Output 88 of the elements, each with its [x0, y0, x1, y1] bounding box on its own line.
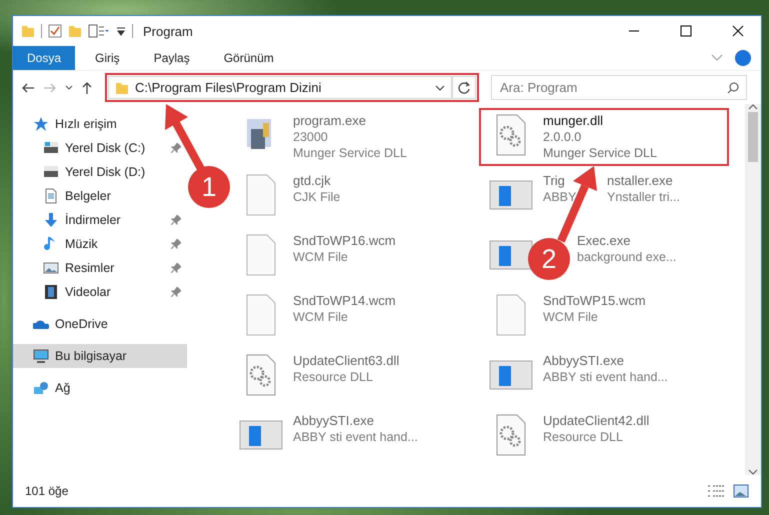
file-name[interactable]: AbbyySTI.exe: [543, 353, 624, 369]
file-name[interactable]: SndToWP15.wcm: [543, 293, 646, 309]
sidebar-item[interactable]: Yerel Disk (C:): [13, 136, 187, 160]
file-detail: ABBY: [543, 189, 577, 205]
scrollbar-thumb[interactable]: [748, 112, 758, 162]
file-name[interactable]: AbbyySTI.exe: [293, 413, 374, 429]
checkmark-icon[interactable]: [48, 24, 62, 38]
maximize-icon: [680, 25, 692, 37]
close-icon: [732, 25, 744, 37]
file-name[interactable]: nstaller.exe: [607, 173, 673, 189]
file-detail: Ynstaller tri...: [607, 189, 680, 205]
annotation-arrow: [165, 104, 205, 171]
ribbon-tab[interactable]: Paylaş: [140, 46, 204, 70]
file-detail: background exe...: [577, 249, 676, 265]
file-name[interactable]: Trig: [543, 173, 577, 189]
file-name[interactable]: UpdateClient63.dll: [293, 353, 400, 369]
address-path: C:\Program Files\Program Dizini: [135, 80, 322, 95]
up-arrow-icon: [81, 80, 93, 94]
document-icon: [43, 188, 59, 204]
file-detail: CJK File: [293, 189, 340, 205]
file-detail: WCM File: [293, 309, 348, 325]
sidebar-item[interactable]: Hızlı erişim: [13, 112, 187, 136]
sidebar-item[interactable]: Müzik: [13, 232, 187, 256]
file-detail: ABBY sti event hand...: [293, 429, 418, 445]
scroll-down-icon[interactable]: [748, 469, 758, 475]
file-name[interactable]: SndToWP14.wcm: [293, 293, 396, 309]
drive-icon: [43, 140, 59, 156]
ribbon-tab[interactable]: Görünüm: [210, 46, 288, 70]
file-detail: WCM File: [543, 309, 598, 325]
network-icon: [33, 380, 49, 396]
sidebar-item[interactable]: Videolar: [13, 280, 187, 304]
step-number: 1: [188, 166, 230, 208]
dropdown-icon[interactable]: [116, 26, 126, 36]
computer-icon: [33, 348, 49, 364]
folder-icon: [21, 25, 35, 37]
refresh-icon: [457, 80, 471, 94]
file-name[interactable]: program.exe: [293, 113, 366, 129]
step-number: 2: [528, 238, 570, 280]
highlighted-file-item[interactable]: munger.dll 2.0.0.0 Munger Service DLL: [479, 108, 729, 166]
up-button[interactable]: [81, 80, 93, 94]
drive-icon: [43, 164, 59, 180]
ribbon-tab[interactable]: Giriş: [81, 46, 134, 70]
sidebar-item[interactable]: İndirmeler: [13, 208, 187, 232]
folder-icon: [68, 25, 82, 37]
file-name[interactable]: Exec.exe: [577, 233, 630, 249]
details-view-icon[interactable]: [707, 484, 725, 498]
sidebar-item[interactable]: Yerel Disk (D:): [13, 160, 187, 184]
properties-icon[interactable]: [88, 24, 110, 38]
file-name[interactable]: gtd.cjk: [293, 173, 331, 189]
address-bar[interactable]: C:\Program Files\Program Dizini: [108, 76, 452, 99]
item-count: 101 öğe: [25, 484, 70, 498]
forward-arrow-icon: [43, 82, 57, 94]
file-name[interactable]: SndToWP16.wcm: [293, 233, 396, 249]
file-detail: ABBY sti event hand...: [543, 369, 668, 385]
sidebar-item[interactable]: Ağ: [13, 376, 187, 400]
help-icon[interactable]: [735, 50, 751, 66]
scroll-up-icon[interactable]: [748, 104, 758, 110]
ribbon-tab[interactable]: Dosya: [13, 46, 76, 70]
file-detail: 23000: [293, 129, 328, 145]
search-icon[interactable]: [727, 82, 739, 94]
sidebar-item[interactable]: Belgeler: [13, 184, 187, 208]
sidebar-item[interactable]: Resimler: [13, 256, 187, 280]
back-arrow-icon: [21, 82, 35, 94]
refresh-button[interactable]: [452, 76, 476, 99]
file-detail: Resource DLL: [543, 429, 623, 445]
download-icon: [43, 212, 59, 228]
back-button[interactable]: [21, 82, 35, 94]
sidebar-item[interactable]: Bu bilgisayar: [13, 344, 187, 368]
file-detail: Munger Service DLL: [293, 145, 407, 161]
scrollbar[interactable]: [745, 104, 761, 475]
chevron-down-icon: [65, 84, 73, 90]
file-name[interactable]: munger.dll: [543, 113, 603, 129]
picture-icon: [43, 260, 59, 276]
recent-dropdown-button[interactable]: [65, 84, 73, 90]
window-title: Program: [143, 24, 194, 38]
chevron-down-icon[interactable]: [435, 84, 445, 90]
large-icons-view-icon[interactable]: [733, 484, 749, 498]
file-detail: Resource DLL: [293, 369, 373, 385]
file-detail: Munger Service DLL: [543, 145, 657, 161]
file-detail: 2.0.0.0: [543, 129, 582, 145]
sidebar-item[interactable]: OneDrive: [13, 312, 187, 336]
file-detail: WCM File: [293, 249, 348, 265]
star-icon: [33, 116, 49, 132]
minimize-icon: [628, 30, 640, 32]
search-field[interactable]: Ara: Program: [491, 75, 747, 100]
film-icon: [43, 284, 59, 300]
file-name[interactable]: UpdateClient42.dll: [543, 413, 650, 429]
folder-icon: [115, 82, 129, 94]
